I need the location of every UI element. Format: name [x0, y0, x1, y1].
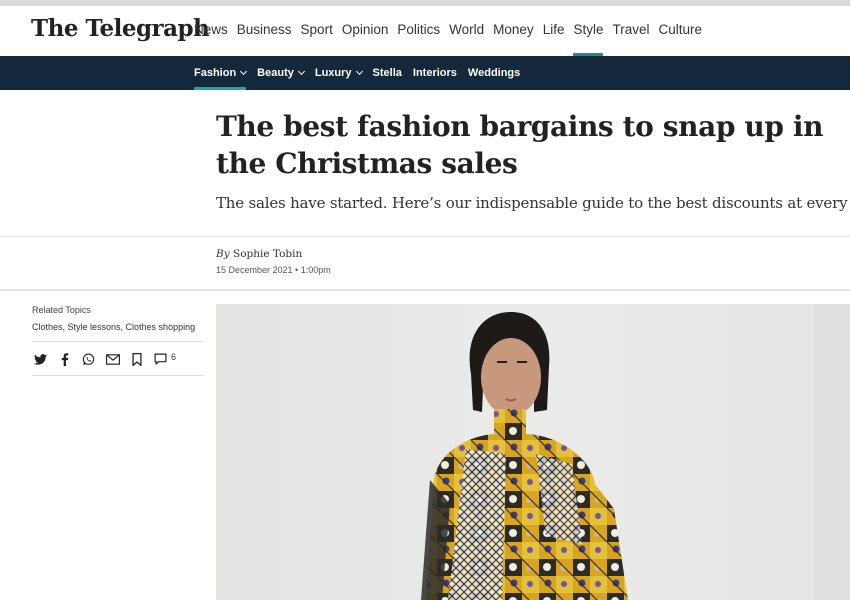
- nav-money[interactable]: Money: [493, 6, 534, 56]
- comment-count[interactable]: 6: [171, 352, 176, 362]
- chevron-down-icon: [240, 67, 248, 76]
- comments-icon[interactable]: [152, 351, 169, 368]
- subnav-luxury[interactable]: Luxury: [314, 56, 363, 90]
- nav-politics[interactable]: Politics: [397, 6, 440, 56]
- masthead: The Telegraph News Business Sport Opinio…: [0, 6, 850, 56]
- nav-style[interactable]: Style: [573, 6, 604, 56]
- email-icon[interactable]: [104, 351, 121, 368]
- nav-sport[interactable]: Sport: [301, 6, 333, 56]
- subnav-beauty-label: Beauty: [257, 67, 294, 79]
- subnav-weddings[interactable]: Weddings: [468, 56, 520, 90]
- article-hero-image: [216, 304, 850, 600]
- facebook-icon[interactable]: [56, 351, 73, 368]
- bookmark-icon[interactable]: [128, 351, 145, 368]
- subnav-stella[interactable]: Stella: [373, 56, 402, 90]
- nav-culture[interactable]: Culture: [659, 6, 703, 56]
- subnav-beauty[interactable]: Beauty: [257, 56, 305, 90]
- subnav-luxury-label: Luxury: [314, 67, 352, 79]
- main-nav: News Business Sport Opinion Politics Wor…: [194, 6, 711, 56]
- share-bar: 6: [32, 350, 176, 368]
- divider: [0, 289, 850, 291]
- byline-prefix: By: [216, 248, 230, 260]
- subnav-fashion[interactable]: Fashion: [194, 56, 248, 90]
- divider: [32, 341, 204, 342]
- publish-date: 15 December 2021 • 1:00pm: [216, 265, 331, 275]
- chevron-down-icon: [355, 67, 363, 76]
- article-standfirst: The sales have started. Here’s our indis…: [216, 194, 850, 212]
- divider: [32, 375, 204, 376]
- model-photo-illustration: [216, 304, 850, 600]
- nav-news[interactable]: News: [194, 6, 228, 56]
- related-topics-title: Related Topics: [32, 305, 91, 315]
- subnav-fashion-label: Fashion: [194, 67, 237, 79]
- twitter-icon[interactable]: [32, 351, 49, 368]
- nav-travel[interactable]: Travel: [612, 6, 649, 56]
- chevron-down-icon: [297, 67, 305, 76]
- nav-life[interactable]: Life: [543, 6, 565, 56]
- divider: [0, 236, 850, 237]
- telegraph-logo[interactable]: The Telegraph: [31, 15, 210, 42]
- nav-world[interactable]: World: [449, 6, 484, 56]
- article-headline: The best fashion bargains to snap up in …: [216, 110, 824, 180]
- section-subnav: Fashion Beauty Luxury Stella Interiors W…: [0, 56, 850, 90]
- author-link[interactable]: Sophie Tobin: [233, 248, 302, 260]
- subnav-interiors[interactable]: Interiors: [413, 56, 457, 90]
- nav-opinion[interactable]: Opinion: [342, 6, 389, 56]
- nav-business[interactable]: Business: [237, 6, 292, 56]
- byline: By Sophie Tobin: [216, 248, 302, 260]
- whatsapp-icon[interactable]: [80, 351, 97, 368]
- related-topics-links[interactable]: Clothes, Style lessons, Clothes shopping: [32, 322, 195, 332]
